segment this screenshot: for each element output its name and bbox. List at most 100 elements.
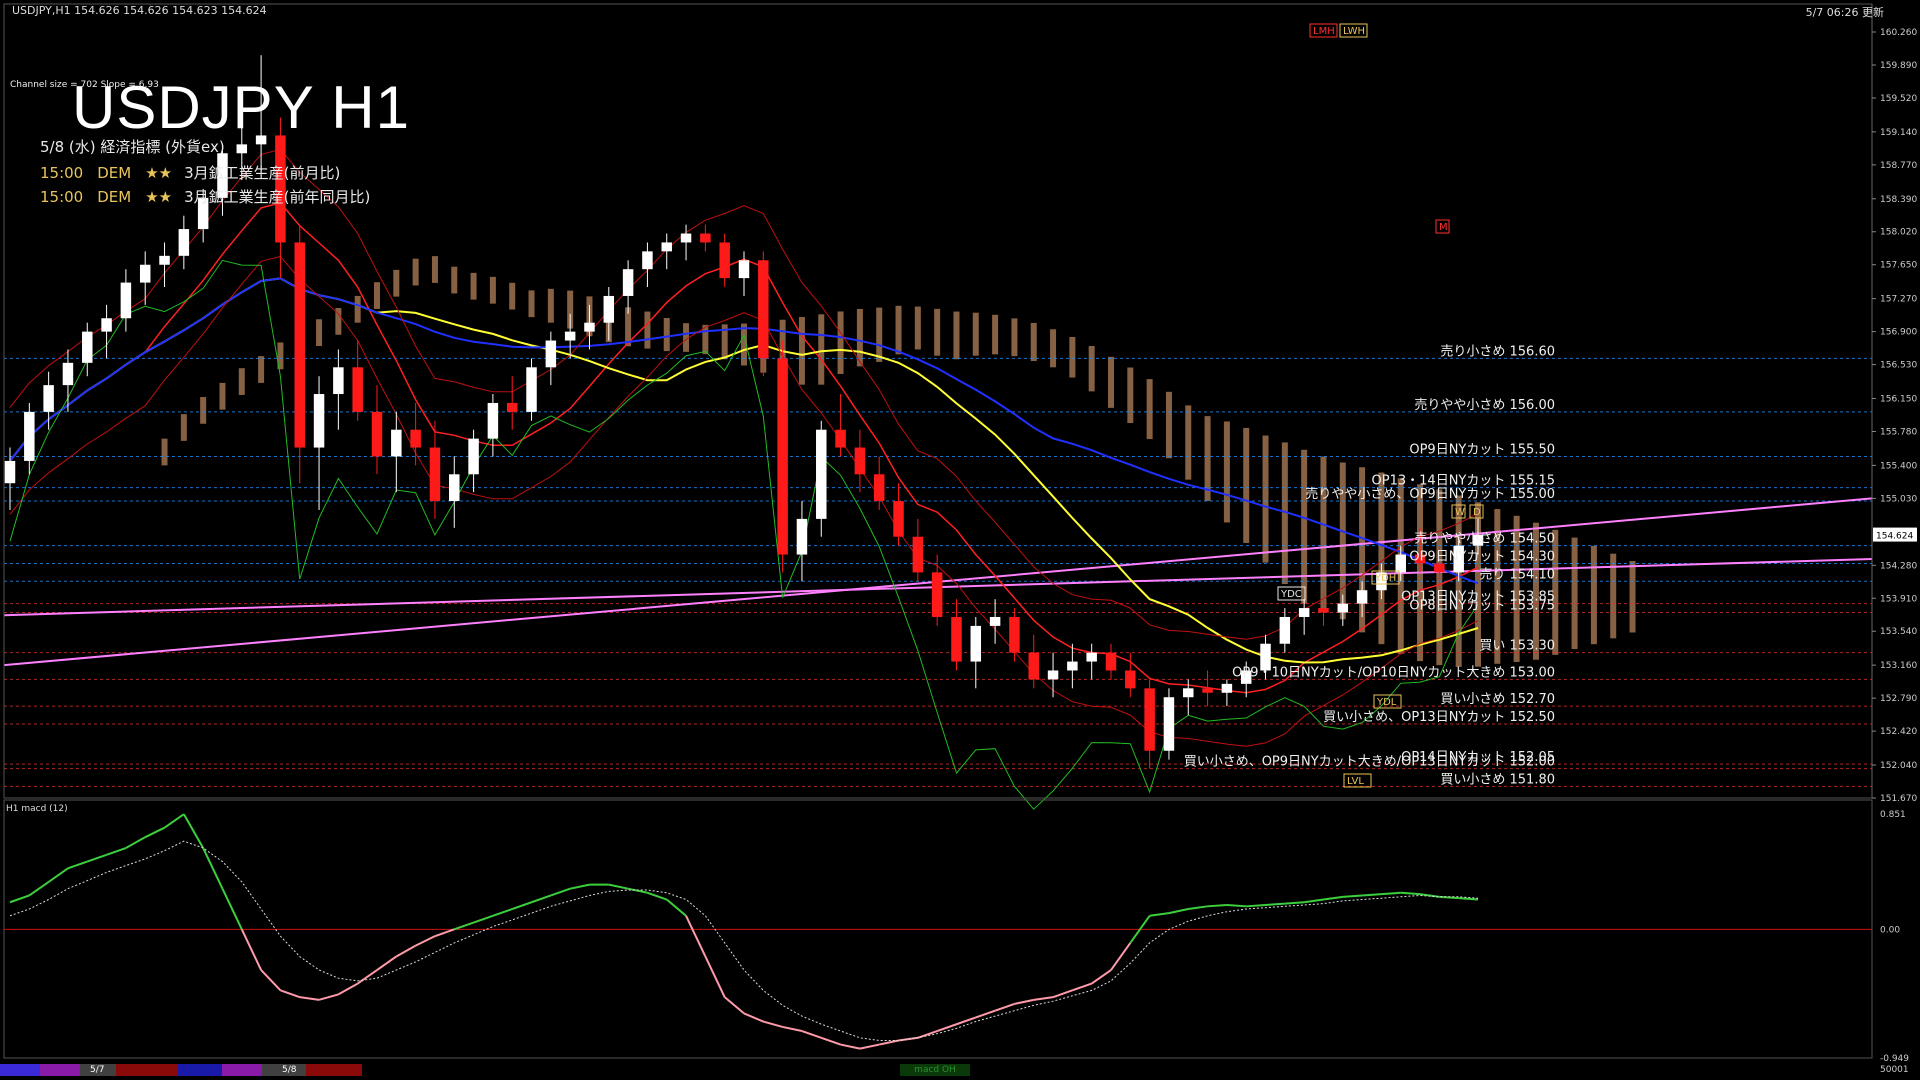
candle-body <box>371 411 383 457</box>
event-country: DEM <box>97 164 132 182</box>
candle-body <box>1395 554 1406 573</box>
price-axis-tick-label: 157.650 <box>1880 261 1917 271</box>
chart-tag: M <box>1439 222 1448 233</box>
candle-body <box>487 402 499 439</box>
candle-body <box>835 429 846 448</box>
kumo-bar <box>818 314 825 385</box>
candle-body <box>1279 616 1291 644</box>
chart-tag: YDH <box>1374 573 1396 584</box>
candle-body <box>236 144 248 154</box>
candle-body <box>24 411 35 461</box>
kumo-bar <box>972 312 979 356</box>
candle-body <box>738 260 750 279</box>
session-segment <box>306 1064 362 1076</box>
candle-body <box>777 358 788 555</box>
kumo-bar <box>219 382 226 410</box>
candle-body <box>62 362 74 386</box>
event-country: DEM <box>97 188 132 206</box>
price-axis-tick-label: 158.770 <box>1880 161 1917 171</box>
macd-label: H1 macd (12) <box>6 804 68 814</box>
timestamp: 5/7 06:26 更新 <box>1805 6 1884 19</box>
price-level-label: 買い小さめ、OP13日NYカット 152.50 <box>1323 710 1555 725</box>
candle-body <box>1221 683 1233 693</box>
macd-axis-tick-label: 0.851 <box>1880 810 1906 820</box>
candle-body <box>1047 670 1059 680</box>
kumo-bar <box>644 311 651 349</box>
chart-tag: LMH <box>1313 26 1335 37</box>
candle-body <box>951 616 962 662</box>
candle-body <box>429 447 441 502</box>
candle-body <box>1298 608 1310 617</box>
price-axis-tick-label: 152.040 <box>1880 761 1917 771</box>
price-level-label: 買い小さめ 152.70 <box>1440 692 1555 707</box>
candle-body <box>1163 697 1175 751</box>
price-axis-tick-label: 152.790 <box>1880 694 1917 704</box>
candle-body <box>603 295 615 323</box>
macd-line-segment <box>1246 903 1266 908</box>
kumo-bar <box>431 256 438 283</box>
price-axis-tick-label: 157.270 <box>1880 295 1917 305</box>
chart-tag: W <box>1455 507 1465 518</box>
price-level-label: 売り 154.10 <box>1479 566 1555 582</box>
chart-tag: YDC <box>1280 589 1302 600</box>
kumo-bar <box>1127 367 1134 424</box>
price-axis-tick-label: 153.540 <box>1880 627 1917 637</box>
session-segment <box>178 1064 222 1076</box>
kumo-bar <box>953 311 960 360</box>
candle-body <box>661 242 672 252</box>
candle-body <box>526 367 537 412</box>
chart-tag: D <box>1473 507 1481 518</box>
chart-tag: LVL <box>1347 776 1364 787</box>
kumo-bar <box>1629 560 1636 633</box>
price-axis-tick-label: 153.910 <box>1880 594 1917 604</box>
kumo-bar <box>470 272 477 300</box>
events-header: 5/8 (水) 経済指標 (外貨ex) <box>40 138 225 156</box>
candle-body <box>82 331 93 363</box>
candle-body <box>680 233 692 243</box>
candle-body <box>545 340 557 368</box>
session-segment <box>40 1064 80 1076</box>
macd-line-segment <box>1342 894 1363 898</box>
chart-tag: LWH <box>1343 26 1365 37</box>
symbol-info: USDJPY,H1 154.626 154.626 154.623 154.62… <box>12 4 267 17</box>
candle-body <box>1202 688 1213 693</box>
kumo-bar <box>1590 545 1597 645</box>
candle-body <box>758 260 769 359</box>
kumo-bar <box>1262 435 1269 563</box>
candle-body <box>1086 652 1097 662</box>
kumo-bar <box>374 282 380 309</box>
date-label: 5/7 <box>90 1065 105 1075</box>
kumo-bar <box>914 306 921 350</box>
kumo-bar <box>412 258 419 286</box>
candle-body <box>1125 670 1136 689</box>
kumo-bar <box>547 288 554 323</box>
candle-body <box>352 367 363 412</box>
price-axis-tick-label: 158.390 <box>1880 195 1917 205</box>
candle-body <box>700 233 711 243</box>
price-axis-tick-label: 151.670 <box>1880 794 1917 804</box>
kumo-bar <box>683 323 690 352</box>
kumo-bar <box>180 414 187 441</box>
macd-line-segment <box>1207 903 1227 908</box>
candle-body <box>506 402 518 412</box>
candle-body <box>989 616 1001 626</box>
kumo-bar <box>934 308 941 356</box>
candle-body <box>970 625 982 662</box>
candle-body <box>893 501 904 537</box>
bottom-right-number: 50001 <box>1880 1065 1909 1075</box>
kumo-bar <box>393 269 400 297</box>
kumo-bar <box>992 314 999 355</box>
price-level-label: OP9日NYカット 154.30 <box>1409 549 1555 564</box>
price-level-label: 売りやや小さめ、OP9日NYカット 155.00 <box>1305 486 1555 502</box>
price-axis-tick-label: 156.900 <box>1880 328 1917 338</box>
kumo-bar <box>702 324 709 355</box>
price-axis-tick-label: 154.280 <box>1880 561 1917 571</box>
chart-tag: YDL <box>1376 697 1397 708</box>
price-axis-tick-label: 155.400 <box>1880 461 1917 471</box>
candle-body <box>719 242 730 279</box>
kumo-bar <box>1146 379 1153 440</box>
macd-line-segment <box>1226 903 1247 908</box>
candle-body <box>120 282 132 319</box>
event-name: 3月鉱工業生産(前年同月比) <box>184 188 371 206</box>
candle-body <box>468 438 479 475</box>
